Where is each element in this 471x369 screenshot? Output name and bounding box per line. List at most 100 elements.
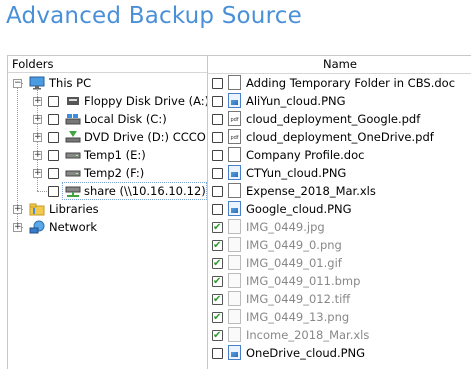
file-row[interactable]: AliYun_cloud.PNG — [208, 92, 471, 110]
file-name: Expense_2018_Mar.xls — [246, 184, 376, 198]
file-name: IMG_0449_011.bmp — [246, 274, 361, 288]
file-row[interactable]: Income_2018_Mar.xls — [208, 326, 471, 345]
file-checkbox[interactable] — [212, 219, 223, 237]
file-name: AliYun_cloud.PNG — [246, 94, 346, 108]
file-checkbox[interactable] — [212, 327, 223, 345]
tree-label-temp2: Temp2 (F:) — [84, 166, 145, 180]
file-icon — [228, 309, 241, 324]
disk-drive-icon — [65, 166, 81, 180]
folder-tree: − This PC + Floppy Disk Drive (A:) + Loc… — [8, 74, 207, 369]
file-name: Google_cloud.PNG — [246, 202, 352, 216]
tree-item-dvd-drive[interactable]: + DVD Drive (D:) CCCOM — [8, 128, 207, 146]
file-icon — [228, 237, 241, 252]
hard-disk-icon — [65, 112, 81, 126]
checkbox-share[interactable] — [48, 186, 59, 197]
file-row[interactable]: Adding Temporary Folder in CBS.doc — [208, 74, 471, 92]
file-checkbox[interactable] — [212, 114, 223, 125]
checkbox-floppy-drive[interactable] — [48, 96, 59, 107]
file-checkbox[interactable] — [212, 204, 223, 215]
pdf-file-icon: pdf — [228, 111, 241, 126]
tree-label-libraries: Libraries — [49, 202, 99, 216]
floppy-drive-icon — [65, 94, 81, 108]
name-column-header[interactable]: Name — [208, 56, 471, 74]
file-row[interactable]: IMG_0449_012.tiff — [208, 290, 471, 309]
tree-item-libraries[interactable]: + Libraries — [8, 200, 207, 218]
file-checkbox[interactable] — [212, 309, 223, 327]
tree-item-this-pc[interactable]: − This PC — [8, 74, 207, 92]
file-name: IMG_0449_012.tiff — [246, 292, 351, 306]
file-icon — [228, 219, 241, 234]
file-checkbox[interactable] — [212, 186, 223, 197]
expand-icon[interactable]: + — [13, 223, 22, 232]
file-checkbox[interactable] — [212, 150, 223, 161]
file-row[interactable]: Google_cloud.PNG — [208, 200, 471, 218]
file-checkbox[interactable] — [212, 132, 223, 143]
tree-item-temp1[interactable]: + Temp1 (E:) — [8, 146, 207, 164]
file-name: IMG_0449_13.png — [246, 310, 350, 324]
expand-icon[interactable]: + — [33, 115, 42, 124]
collapse-icon[interactable]: − — [13, 79, 22, 88]
file-checkbox[interactable] — [212, 168, 223, 179]
file-checkbox[interactable] — [212, 291, 223, 309]
file-icon — [228, 327, 241, 342]
expand-icon[interactable]: + — [33, 169, 42, 178]
focus-rectangle — [62, 182, 207, 200]
image-file-icon — [228, 345, 241, 360]
file-name: OneDrive_cloud.PNG — [246, 346, 366, 360]
expand-icon[interactable]: + — [13, 205, 22, 214]
file-row[interactable]: pdf cloud_deployment_OneDrive.pdf — [208, 128, 471, 146]
document-icon — [228, 75, 241, 90]
file-name: CTYun_cloud.PNG — [246, 166, 347, 180]
tree-label-floppy-drive: Floppy Disk Drive (A:) — [84, 94, 207, 108]
file-name: IMG_0449_0.png — [246, 238, 342, 252]
tree-item-temp2[interactable]: + Temp2 (F:) — [8, 164, 207, 182]
expand-icon[interactable]: + — [33, 97, 42, 106]
libraries-icon — [29, 202, 45, 216]
checkbox-dvd-drive[interactable] — [48, 132, 59, 143]
file-row[interactable]: IMG_0449_011.bmp — [208, 272, 471, 291]
image-file-icon — [228, 93, 241, 108]
file-name: IMG_0449.jpg — [246, 220, 325, 234]
expand-icon[interactable]: + — [33, 133, 42, 142]
file-name: Adding Temporary Folder in CBS.doc — [246, 76, 456, 90]
file-row[interactable]: Expense_2018_Mar.xls — [208, 182, 471, 200]
file-row[interactable]: IMG_0449.jpg — [208, 218, 471, 237]
file-row[interactable]: IMG_0449_01.gif — [208, 254, 471, 273]
file-list: Adding Temporary Folder in CBS.doc AliYun… — [208, 74, 471, 369]
file-name: cloud_deployment_Google.pdf — [246, 112, 421, 126]
checkbox-temp2[interactable] — [48, 168, 59, 179]
folders-column-header: Folders — [8, 56, 207, 73]
file-name: IMG_0449_01.gif — [246, 256, 342, 270]
checkbox-temp1[interactable] — [48, 150, 59, 161]
file-checkbox[interactable] — [212, 96, 223, 107]
document-icon — [228, 183, 241, 198]
file-row[interactable]: pdf cloud_deployment_Google.pdf — [208, 110, 471, 128]
tree-label-temp1: Temp1 (E:) — [84, 148, 146, 162]
file-row[interactable]: Company Profile.doc — [208, 146, 471, 164]
file-row[interactable]: IMG_0449_0.png — [208, 236, 471, 255]
file-row[interactable]: IMG_0449_13.png — [208, 308, 471, 327]
file-icon — [228, 291, 241, 306]
file-icon — [228, 273, 241, 288]
file-checkbox[interactable] — [212, 273, 223, 291]
network-icon — [29, 220, 45, 234]
file-checkbox[interactable] — [212, 348, 223, 359]
file-checkbox[interactable] — [212, 78, 223, 89]
tree-label-local-disk: Local Disk (C:) — [84, 112, 167, 126]
expand-icon[interactable]: + — [33, 151, 42, 160]
checkbox-local-disk[interactable] — [48, 114, 59, 125]
backup-source-panel: Folders Name − This PC + Floppy Disk Dri… — [7, 55, 471, 369]
file-name: cloud_deployment_OneDrive.pdf — [246, 130, 434, 144]
tree-label-this-pc: This PC — [49, 76, 92, 90]
file-icon — [228, 255, 241, 270]
tree-item-local-disk[interactable]: + Local Disk (C:) — [8, 110, 207, 128]
dvd-drive-icon — [65, 130, 81, 144]
tree-item-floppy-drive[interactable]: + Floppy Disk Drive (A:) — [8, 92, 207, 110]
tree-item-network[interactable]: + Network — [8, 218, 207, 236]
file-checkbox[interactable] — [212, 237, 223, 255]
pdf-file-icon: pdf — [228, 129, 241, 144]
disk-drive-icon — [65, 148, 81, 162]
file-checkbox[interactable] — [212, 255, 223, 273]
file-row[interactable]: CTYun_cloud.PNG — [208, 164, 471, 182]
file-row[interactable]: OneDrive_cloud.PNG — [208, 344, 471, 362]
